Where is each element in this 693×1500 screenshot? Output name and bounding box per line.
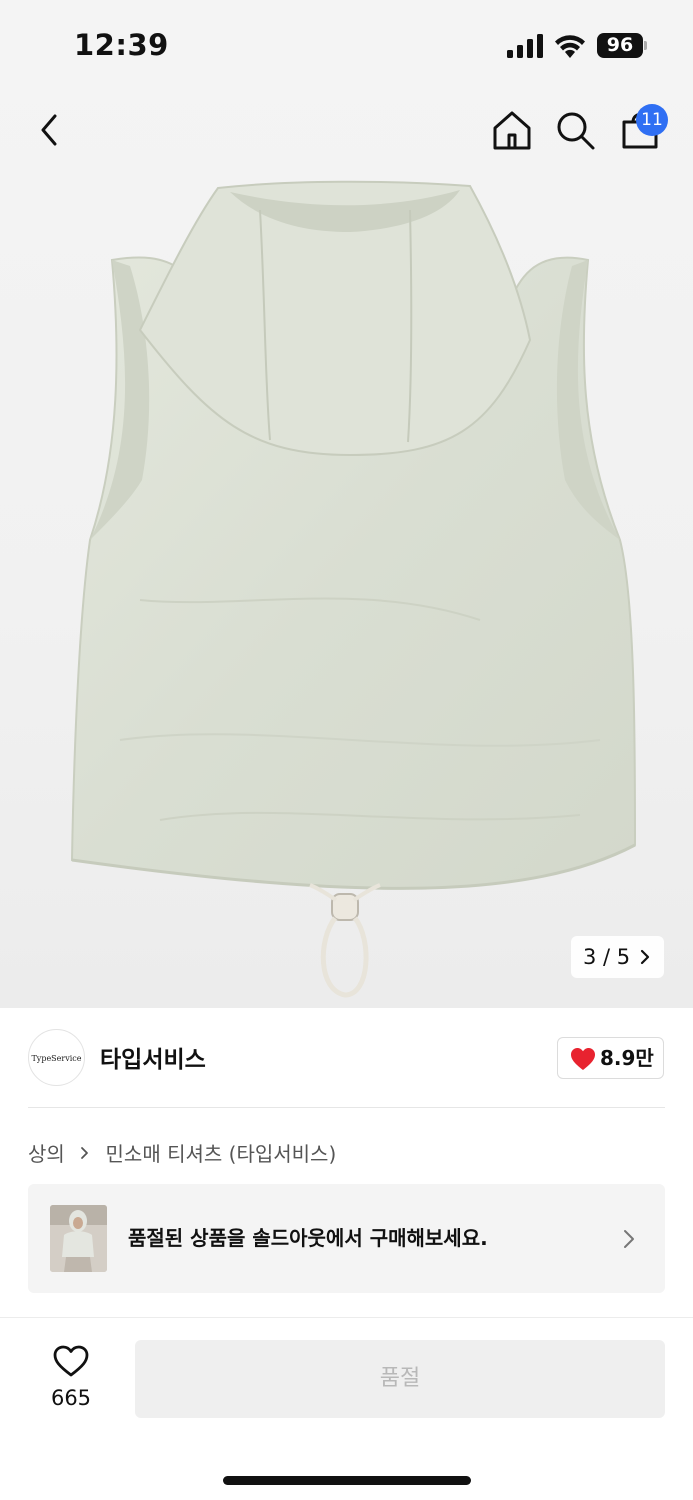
battery-level: 96: [606, 34, 634, 56]
brand-like-count: 8.9만: [600, 1046, 654, 1070]
chevron-left-icon[interactable]: [28, 108, 72, 152]
search-icon[interactable]: [553, 108, 597, 152]
wishlist-count: 665: [50, 1386, 92, 1410]
soldout-banner[interactable]: 품절된 상품을 솔드아웃에서 구매해보세요.: [28, 1184, 665, 1293]
battery-tip: [644, 41, 647, 50]
soldout-purchase-button[interactable]: 품절: [135, 1340, 665, 1418]
brand-logo[interactable]: TypeService: [28, 1029, 85, 1086]
divider: [28, 1107, 665, 1108]
cart-count-badge: 11: [636, 104, 668, 136]
chevron-right-icon: [81, 1146, 89, 1159]
breadcrumb-category[interactable]: 상의: [28, 1142, 65, 1166]
soldout-banner-text: 품절된 상품을 솔드아웃에서 구매해보세요.: [128, 1226, 488, 1250]
chevron-right-icon: [624, 1230, 634, 1248]
wifi-icon: [555, 35, 585, 58]
breadcrumb: 상의 민소매 티셔츠 (타입서비스): [28, 1138, 336, 1167]
divider: [0, 1317, 693, 1318]
status-bar: 12:39 96: [0, 0, 693, 90]
battery-indicator: 96: [597, 33, 647, 58]
soldout-thumbnail: [50, 1205, 107, 1272]
wishlist-button[interactable]: 665: [40, 1340, 102, 1416]
product-photo: [70, 180, 637, 998]
home-indicator: [223, 1476, 471, 1485]
heart-outline-icon: [53, 1345, 89, 1377]
brand-like-button[interactable]: 8.9만: [557, 1037, 664, 1079]
breadcrumb-subcategory[interactable]: 민소매 티셔츠 (타입서비스): [106, 1142, 337, 1166]
pager-text: 3 / 5: [583, 945, 631, 969]
product-image-gallery[interactable]: 12:39 96 11 3 / 5: [0, 0, 693, 1008]
cellular-signal-icon: [507, 34, 543, 58]
chevron-right-icon: [640, 949, 650, 965]
model-photo: [50, 1205, 107, 1272]
gallery-pager[interactable]: 3 / 5: [571, 936, 664, 978]
home-icon[interactable]: [490, 108, 534, 152]
status-time: 12:39: [74, 28, 169, 62]
heart-filled-icon: [571, 1048, 595, 1070]
brand-name[interactable]: 타입서비스: [100, 1040, 206, 1074]
